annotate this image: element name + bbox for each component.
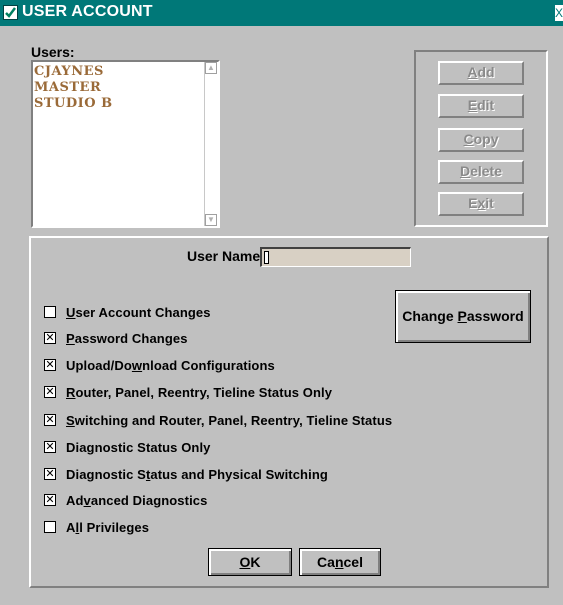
privilege-label: Upload/Download Configurations bbox=[66, 358, 275, 373]
privilege-label: Switching and Router, Panel, Reentry, Ti… bbox=[66, 413, 393, 428]
close-button[interactable]: X bbox=[555, 5, 563, 21]
users-label: Users: bbox=[31, 44, 75, 60]
window-title: USER ACCOUNT bbox=[22, 3, 153, 20]
privilege-checkbox[interactable]: ✕ bbox=[44, 332, 56, 344]
users-list-scrollbar[interactable]: ▲ ▼ bbox=[204, 62, 218, 226]
privilege-checkbox[interactable]: ✕ bbox=[44, 441, 56, 453]
users-list-items: CJAYNES MASTER STUDIO B bbox=[34, 64, 113, 112]
users-list[interactable]: CJAYNES MASTER STUDIO B ▲ ▼ bbox=[31, 60, 220, 228]
app-icon bbox=[3, 5, 18, 20]
privilege-checkbox[interactable]: ✕ bbox=[44, 468, 56, 480]
privilege-label: Diagnostic Status and Physical Switching bbox=[66, 467, 328, 482]
text-cursor bbox=[264, 251, 269, 264]
privilege-checkbox[interactable]: ✕ bbox=[44, 386, 56, 398]
user-name-input[interactable] bbox=[260, 247, 411, 267]
privilege-label: All Privileges bbox=[66, 520, 150, 535]
change-password-button[interactable]: Change Password bbox=[395, 290, 531, 343]
exit-button[interactable]: Exit bbox=[438, 192, 524, 216]
privilege-label: Advanced Diagnostics bbox=[66, 493, 208, 508]
privilege-label: Password Changes bbox=[66, 331, 188, 346]
user-list-item[interactable]: CJAYNES bbox=[34, 64, 113, 80]
privilege-label: Diagnostic Status Only bbox=[66, 440, 211, 455]
scroll-down-arrow-icon[interactable]: ▼ bbox=[205, 214, 217, 226]
privilege-checkbox[interactable]: ✕ bbox=[44, 494, 56, 506]
edit-button[interactable]: Edit bbox=[438, 94, 524, 118]
scroll-up-arrow-icon[interactable]: ▲ bbox=[205, 62, 217, 74]
user-name-label: User Name: bbox=[187, 248, 265, 264]
user-list-item[interactable]: STUDIO B bbox=[34, 96, 113, 112]
user-account-window: USER ACCOUNT X Users: CJAYNES MASTER STUDI… bbox=[0, 0, 563, 605]
cancel-button[interactable]: Cancel bbox=[299, 548, 381, 576]
user-actions-panel: Add Edit Copy Delete Exit bbox=[414, 50, 548, 227]
title-bar[interactable]: USER ACCOUNT X bbox=[0, 0, 563, 26]
privilege-checkbox[interactable]: ✕ bbox=[44, 359, 56, 371]
delete-button[interactable]: Delete bbox=[438, 160, 524, 184]
ok-button[interactable]: OK bbox=[208, 548, 292, 576]
privilege-label: User Account Changes bbox=[66, 305, 211, 320]
add-button[interactable]: Add bbox=[438, 61, 524, 85]
copy-button[interactable]: Copy bbox=[438, 128, 524, 152]
privilege-label: Router, Panel, Reentry, Tieline Status O… bbox=[66, 385, 333, 400]
privilege-checkbox[interactable] bbox=[44, 521, 56, 533]
privileges-panel bbox=[29, 236, 549, 588]
user-list-item[interactable]: MASTER bbox=[34, 80, 113, 96]
privilege-checkbox[interactable] bbox=[44, 306, 56, 318]
privilege-checkbox[interactable]: ✕ bbox=[44, 414, 56, 426]
